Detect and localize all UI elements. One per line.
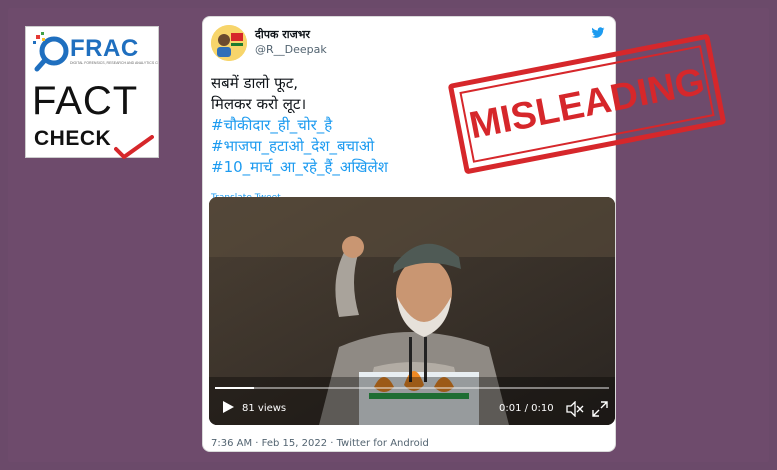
video-time: 0:01 / 0:10 <box>499 403 554 414</box>
video-player[interactable]: 81 views 0:01 / 0:10 <box>209 197 615 425</box>
video-progress-fill <box>215 387 255 389</box>
tweet-meta: 7:36 AM · Feb 15, 2022 · Twitter for And… <box>211 438 429 449</box>
hashtag-link[interactable]: #10_मार्च_आ_रहे_हैं_अखिलेश <box>211 157 611 178</box>
author-name[interactable]: दीपक राजभर <box>255 27 310 42</box>
avatar[interactable] <box>211 25 247 61</box>
frac-brand-text: FRAC <box>70 35 139 62</box>
play-icon[interactable] <box>221 400 235 414</box>
frac-magnifier-icon <box>33 32 69 72</box>
video-frame-image <box>209 197 615 425</box>
check-mark-icon <box>114 135 154 159</box>
author-handle[interactable]: @R__Deepak <box>255 43 327 56</box>
view-count: 81 views <box>242 403 287 414</box>
fullscreen-icon[interactable] <box>592 401 608 417</box>
twitter-bird-icon[interactable] <box>591 27 605 39</box>
fact-text: FACT <box>32 79 139 123</box>
avatar-image <box>211 25 247 61</box>
mute-icon[interactable] <box>566 401 584 417</box>
frac-fact-check-logo: FRAC DIGITAL FORENSICS, RESEARCH AND ANA… <box>25 26 159 159</box>
video-progress-bar[interactable] <box>215 387 609 389</box>
check-text: CHECK <box>34 127 112 150</box>
frac-tagline: DIGITAL FORENSICS, RESEARCH AND ANALYTIC… <box>70 61 158 65</box>
